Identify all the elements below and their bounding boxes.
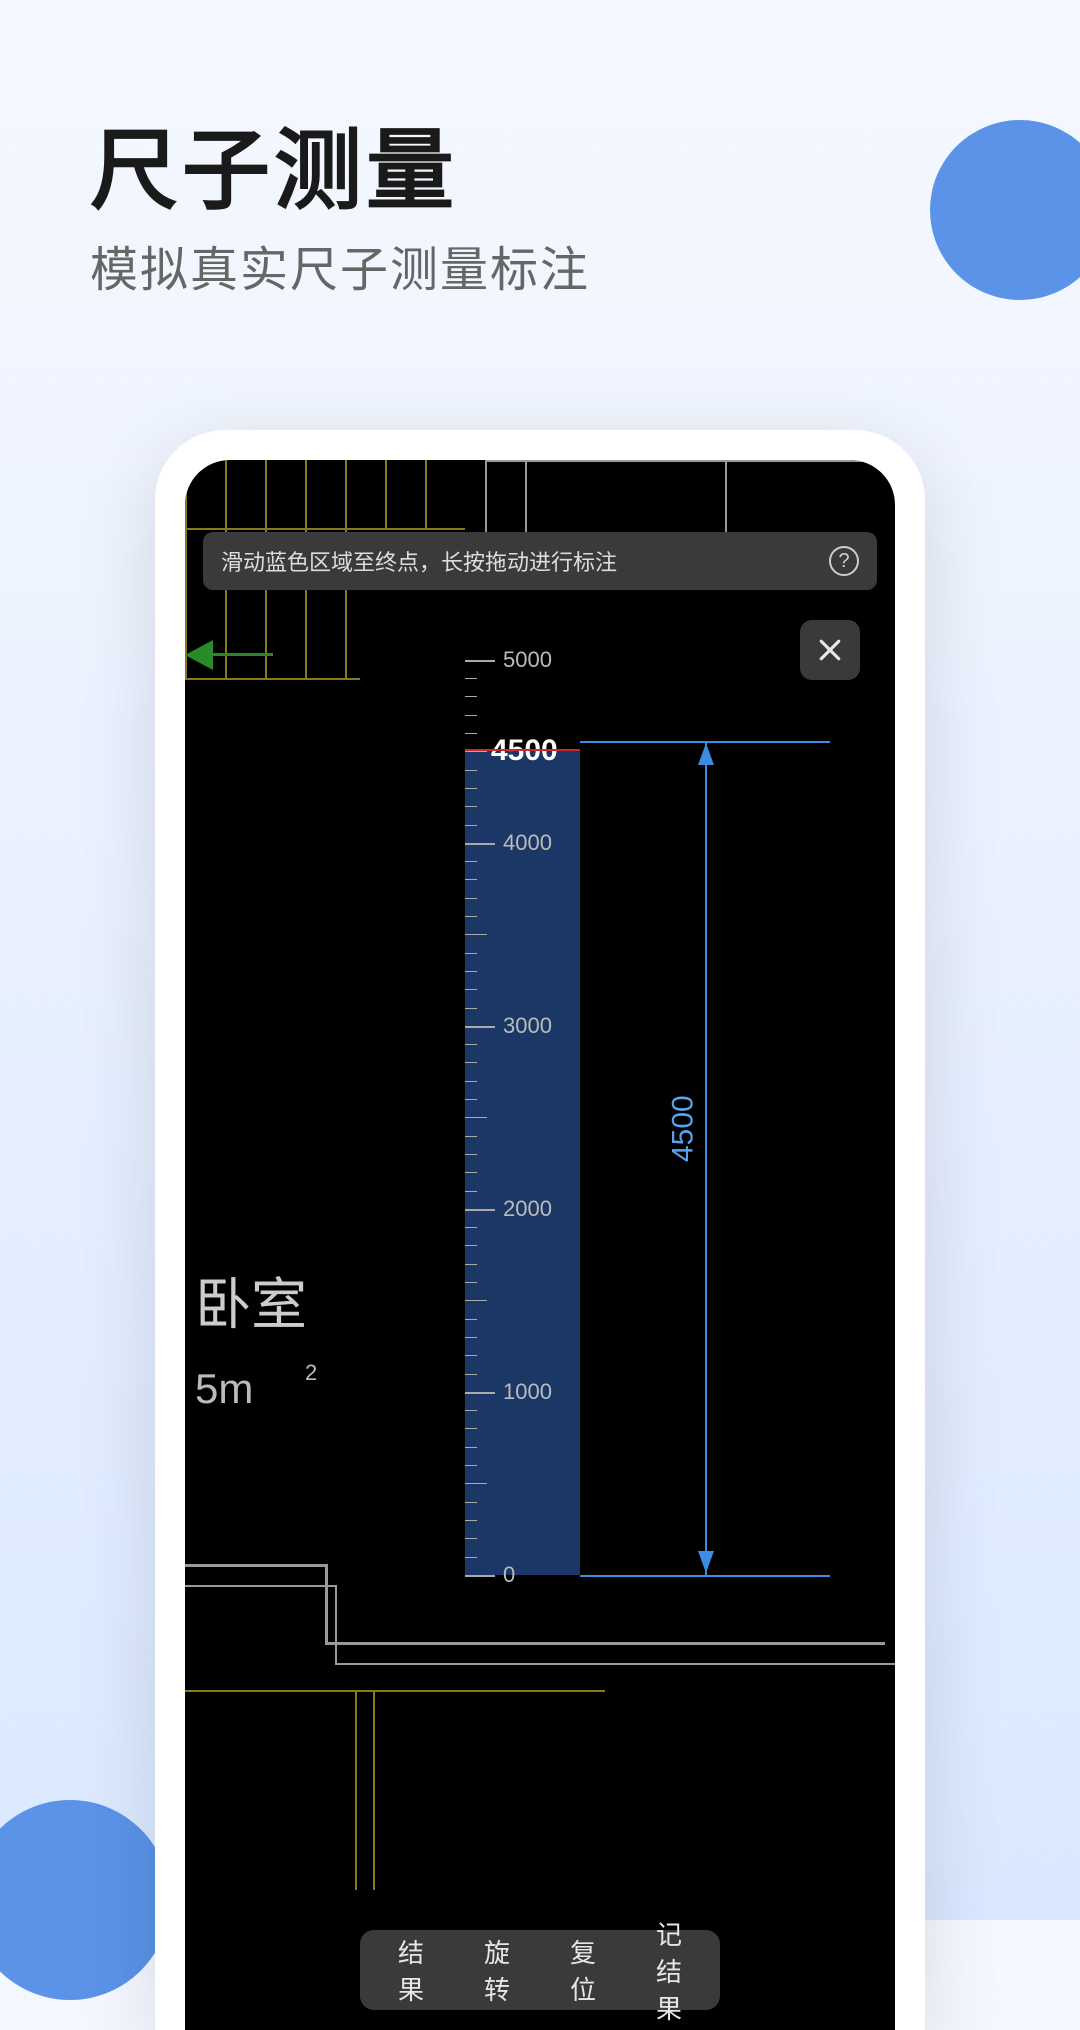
dimension-arrow-up xyxy=(698,743,714,765)
dimension-value: 4500 xyxy=(666,1095,700,1162)
close-icon xyxy=(815,635,845,665)
ruler-cursor-value[interactable]: 4500 xyxy=(491,734,558,768)
ruler-tick-label: 1000 xyxy=(503,1379,552,1405)
record-result-button[interactable]: 记结果 xyxy=(626,1930,712,2010)
ruler[interactable]: 5000 4000 3000 2000 1000 0 xyxy=(465,610,535,1590)
phone-frame: 滑动蓝色区域至终点，长按拖动进行标注 ? 5000 4000 3000 2000… xyxy=(155,430,925,2030)
ruler-tick-label: 2000 xyxy=(503,1196,552,1222)
cad-area-exp: 2 xyxy=(305,1360,317,1386)
page-title: 尺子测量 xyxy=(90,100,458,227)
page-subtitle: 模拟真实尺子测量标注 xyxy=(90,230,590,300)
ruler-tick-label: 3000 xyxy=(503,1013,552,1039)
bottom-toolbar: 结果 旋转 复位 记结果 xyxy=(360,1930,720,2010)
cad-room-label: 卧室 xyxy=(195,1260,307,1341)
decorative-circle xyxy=(0,1800,170,2000)
result-button[interactable]: 结果 xyxy=(368,1930,454,2010)
ruler-tick-label: 0 xyxy=(503,1562,515,1588)
dimension-line xyxy=(705,741,707,1575)
instruction-bar: 滑动蓝色区域至终点，长按拖动进行标注 ? xyxy=(203,532,877,590)
dimension-arrow-down xyxy=(698,1551,714,1573)
help-icon[interactable]: ? xyxy=(829,546,859,576)
close-button[interactable] xyxy=(800,620,860,680)
ruler-tick-label: 5000 xyxy=(503,647,552,673)
app-screen: 滑动蓝色区域至终点，长按拖动进行标注 ? 5000 4000 3000 2000… xyxy=(185,460,895,2030)
ruler-cursor-line[interactable] xyxy=(465,749,580,751)
rotate-button[interactable]: 旋转 xyxy=(454,1930,540,2010)
dimension-extent-bottom xyxy=(580,1575,830,1577)
instruction-text: 滑动蓝色区域至终点，长按拖动进行标注 xyxy=(221,545,617,577)
reset-button[interactable]: 复位 xyxy=(540,1930,626,2010)
cad-area-label: 5m xyxy=(195,1365,253,1413)
ruler-tick-label: 4000 xyxy=(503,830,552,856)
decorative-circle xyxy=(930,120,1080,300)
